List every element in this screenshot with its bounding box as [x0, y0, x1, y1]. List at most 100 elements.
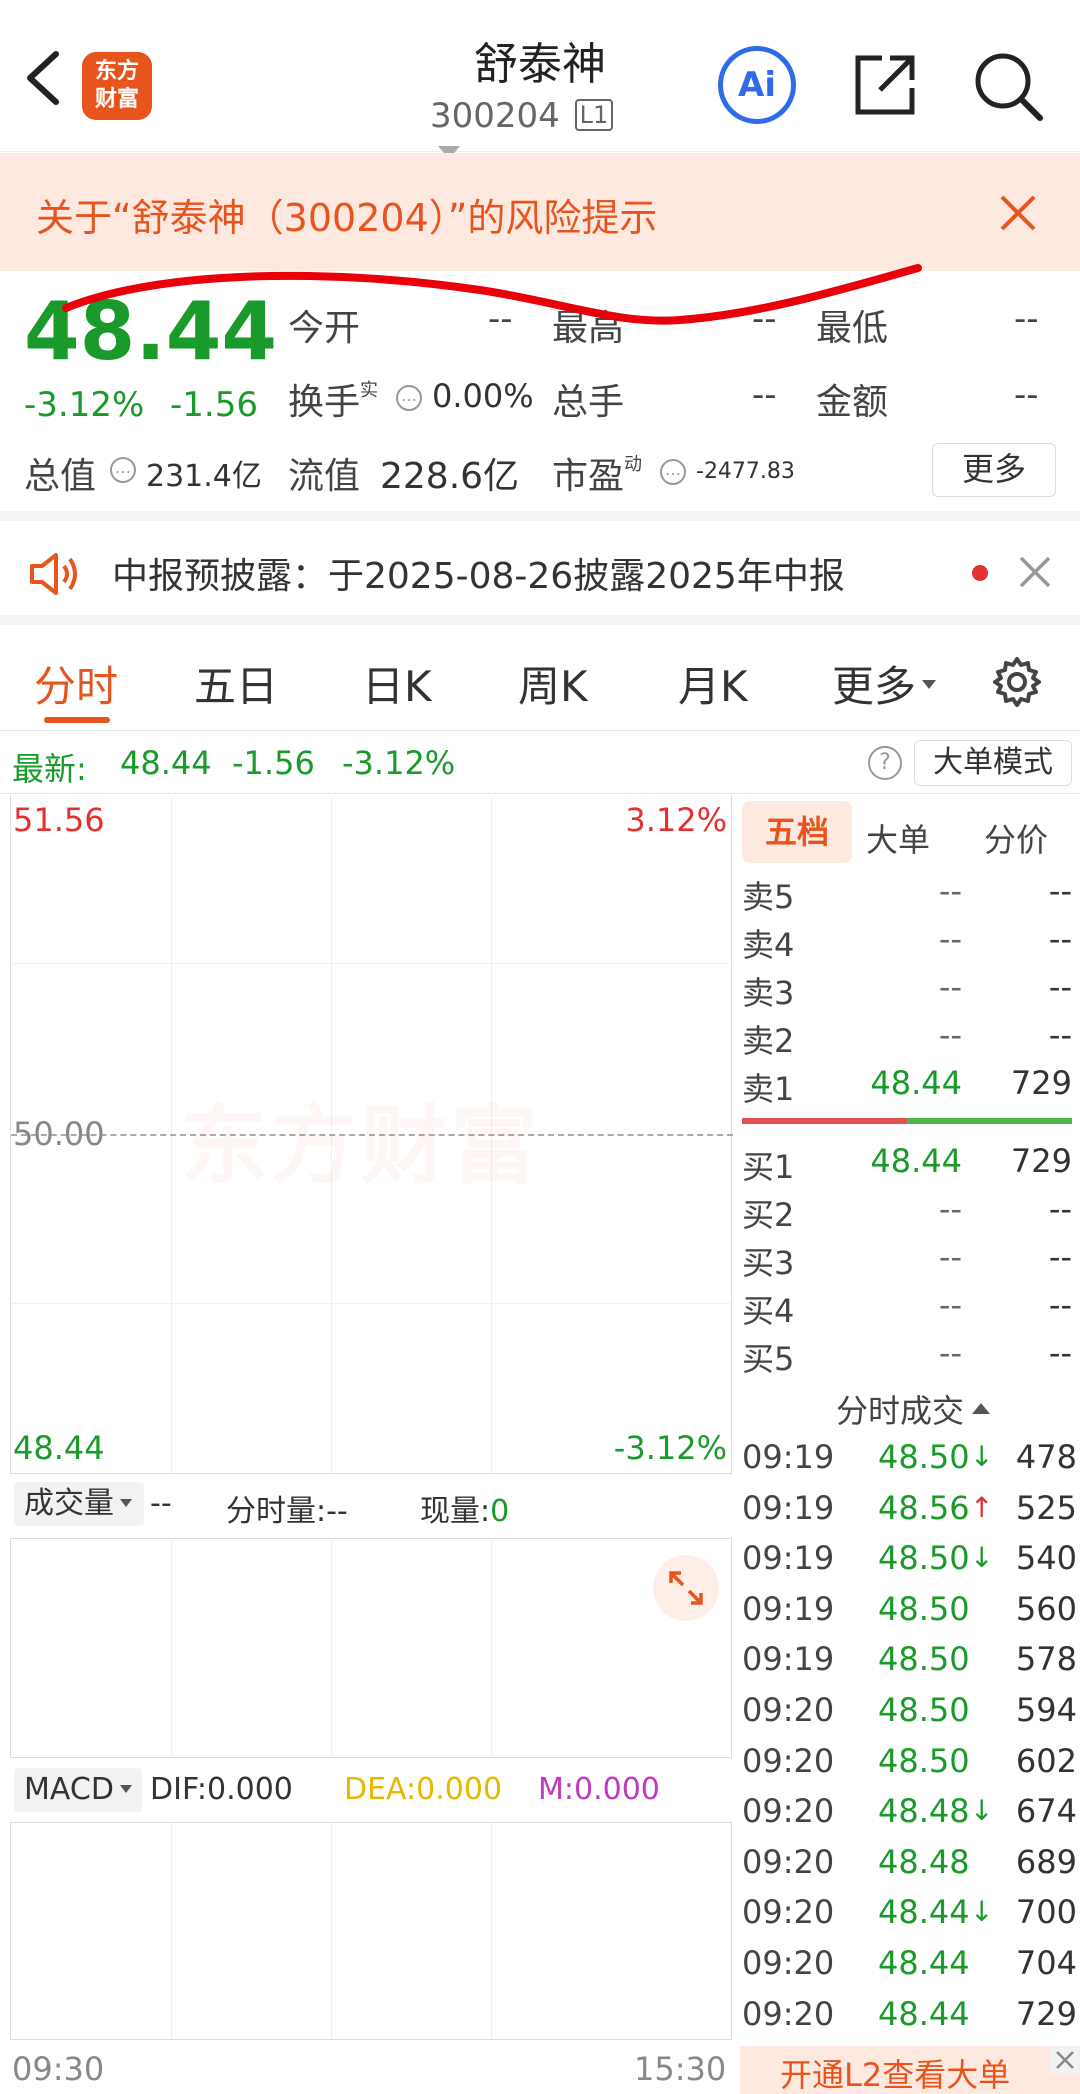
macd-selector[interactable]: MACD: [14, 1768, 142, 1812]
pe-sup: 动: [624, 454, 643, 475]
disclosure-notice[interactable]: 中报预披露：于2025-08-26披露2025年中报: [0, 521, 1080, 625]
trade-price: 48.50: [878, 1589, 970, 1628]
time-end-label: 15:30: [634, 2050, 727, 2088]
search-icon[interactable]: [970, 48, 1046, 124]
bid-volume: --: [1048, 1286, 1072, 1324]
current-volume-label: 现量:: [420, 1494, 491, 1529]
intraday-chart[interactable]: 东方财富 51.56 3.12% 50.00 48.44 -3.12%: [10, 795, 733, 1473]
volume-chart[interactable]: [10, 1538, 732, 1758]
bid-label: 买5: [742, 1340, 795, 1378]
gear-icon[interactable]: [990, 655, 1044, 709]
bid-price: --: [938, 1334, 962, 1372]
trade-volume: 602: [1015, 1741, 1077, 1780]
orderbook-ask-row: 卖4 -- --: [742, 920, 1072, 968]
orderbook-ask-row: 卖5 -- --: [742, 872, 1072, 920]
l2-upgrade-text: 开通L2查看大单: [780, 2056, 1011, 2094]
share-icon[interactable]: [850, 50, 920, 120]
close-icon[interactable]: [1018, 555, 1052, 589]
tab-intraday[interactable]: 分时: [34, 653, 118, 714]
trade-row: 09:19 48.50 578: [742, 1640, 1077, 1690]
pe-value: -2477.83: [696, 459, 795, 484]
info-icon[interactable]: …: [660, 459, 686, 485]
spread-bar: [742, 1118, 1072, 1124]
current-volume-value: 0: [490, 1494, 510, 1529]
bid-price: --: [938, 1190, 962, 1228]
trade-time: 09:20: [742, 1842, 835, 1881]
back-icon[interactable]: [18, 48, 68, 108]
trade-arrow: ↓: [970, 1895, 994, 1929]
tab-daily-k[interactable]: 日K: [362, 653, 432, 714]
ask-volume: --: [1048, 920, 1072, 958]
help-icon[interactable]: ?: [868, 746, 902, 780]
app-logo: 东方 财富: [82, 52, 152, 120]
logo-line-1: 东方: [94, 59, 139, 84]
orderbook-tab-big[interactable]: 大单: [866, 815, 930, 861]
level-badge: L1: [574, 99, 614, 131]
ask-price: 48.44: [870, 1064, 962, 1102]
top-price-label: 51.56: [13, 801, 105, 839]
trade-price: 48.50: [878, 1741, 970, 1780]
stock-code-row[interactable]: 300204 L1: [430, 96, 650, 159]
close-icon[interactable]: [1050, 2046, 1080, 2074]
volume-selector[interactable]: 成交量: [14, 1482, 144, 1526]
info-icon[interactable]: …: [110, 457, 136, 483]
high-label: 最高: [552, 308, 625, 349]
orderbook-tab-five[interactable]: 五档: [742, 801, 852, 863]
bid-price: --: [938, 1238, 962, 1276]
trade-arrow: ↑: [970, 1490, 994, 1524]
latest-quote-bar: 最新: 48.44 -1.56 -3.12% ? 大单模式: [0, 732, 1080, 794]
ask-price: --: [938, 1016, 962, 1054]
trade-volume: 594: [1015, 1691, 1077, 1729]
amount-label: 金额: [816, 382, 889, 423]
trades-title[interactable]: 分时成交: [836, 1386, 991, 1432]
expand-icon[interactable]: [653, 1555, 719, 1621]
orderbook-bid-row: 买4 -- --: [742, 1286, 1072, 1334]
ai-assistant-icon[interactable]: Ai: [718, 46, 796, 124]
trade-row: 09:20 48.48 ↓ 674: [742, 1792, 1077, 1842]
pe-label: 市盈动: [552, 447, 642, 499]
info-icon[interactable]: …: [396, 385, 422, 411]
more-button[interactable]: 更多: [932, 443, 1056, 497]
tab-more[interactable]: 更多: [832, 653, 937, 714]
tab-weekly-k[interactable]: 周K: [518, 653, 588, 714]
speaker-icon: [28, 549, 82, 599]
app-header: 东方 财富 舒泰神 300204 L1 Ai: [0, 0, 1080, 159]
latest-label: 最新:: [12, 750, 87, 788]
trade-volume: 704: [1015, 1944, 1077, 1982]
bid-label: 买3: [742, 1244, 795, 1282]
ask-volume: 729: [1010, 1064, 1072, 1102]
macd-chart[interactable]: [10, 1822, 732, 2040]
ask-label: 卖4: [742, 926, 795, 964]
trade-time: 09:20: [742, 1994, 835, 2033]
l2-upgrade-button[interactable]: 开通L2查看大单: [740, 2046, 1080, 2094]
trade-price: 48.44: [878, 1994, 970, 2033]
trade-row: 09:19 48.56 ↑ 525: [742, 1489, 1077, 1539]
orderbook-bid-row: 买2 -- --: [742, 1190, 1072, 1238]
tab-monthly-k[interactable]: 月K: [678, 653, 748, 714]
ask-label: 卖2: [742, 1022, 795, 1060]
trade-volume: 700: [1015, 1893, 1077, 1932]
volume-selector-label: 成交量: [24, 1486, 114, 1521]
close-icon[interactable]: [998, 193, 1038, 233]
orderbook-tab-price[interactable]: 分价: [984, 815, 1048, 861]
change-amount: -1.56: [170, 385, 258, 425]
ask-label: 卖3: [742, 974, 795, 1012]
tab-more-label: 更多: [832, 662, 917, 711]
trade-time: 09:20: [742, 1893, 835, 1932]
trade-arrow: ↓: [970, 1541, 994, 1575]
stock-code: 300204: [430, 96, 560, 136]
trade-row: 09:19 48.50 560: [742, 1590, 1077, 1640]
volume-label: 总手: [552, 382, 625, 423]
trade-time: 09:20: [742, 1792, 835, 1831]
current-volume: 现量:0: [420, 1486, 509, 1530]
bid-volume: --: [1048, 1238, 1072, 1276]
risk-warning-banner[interactable]: 关于“舒泰神（300204）”的风险提示: [0, 153, 1080, 271]
tab-five-day[interactable]: 五日: [194, 653, 278, 714]
trades-title-text: 分时成交: [836, 1392, 965, 1430]
mid-price-label: 50.00: [13, 1115, 105, 1153]
big-order-mode-button[interactable]: 大单模式: [914, 740, 1072, 786]
orderbook-bid-row: 买1 48.44 729: [742, 1142, 1072, 1190]
caret-down-icon: [120, 1499, 132, 1507]
trade-price: 48.50: [878, 1539, 970, 1578]
turnover-label-text: 换手: [288, 382, 361, 423]
